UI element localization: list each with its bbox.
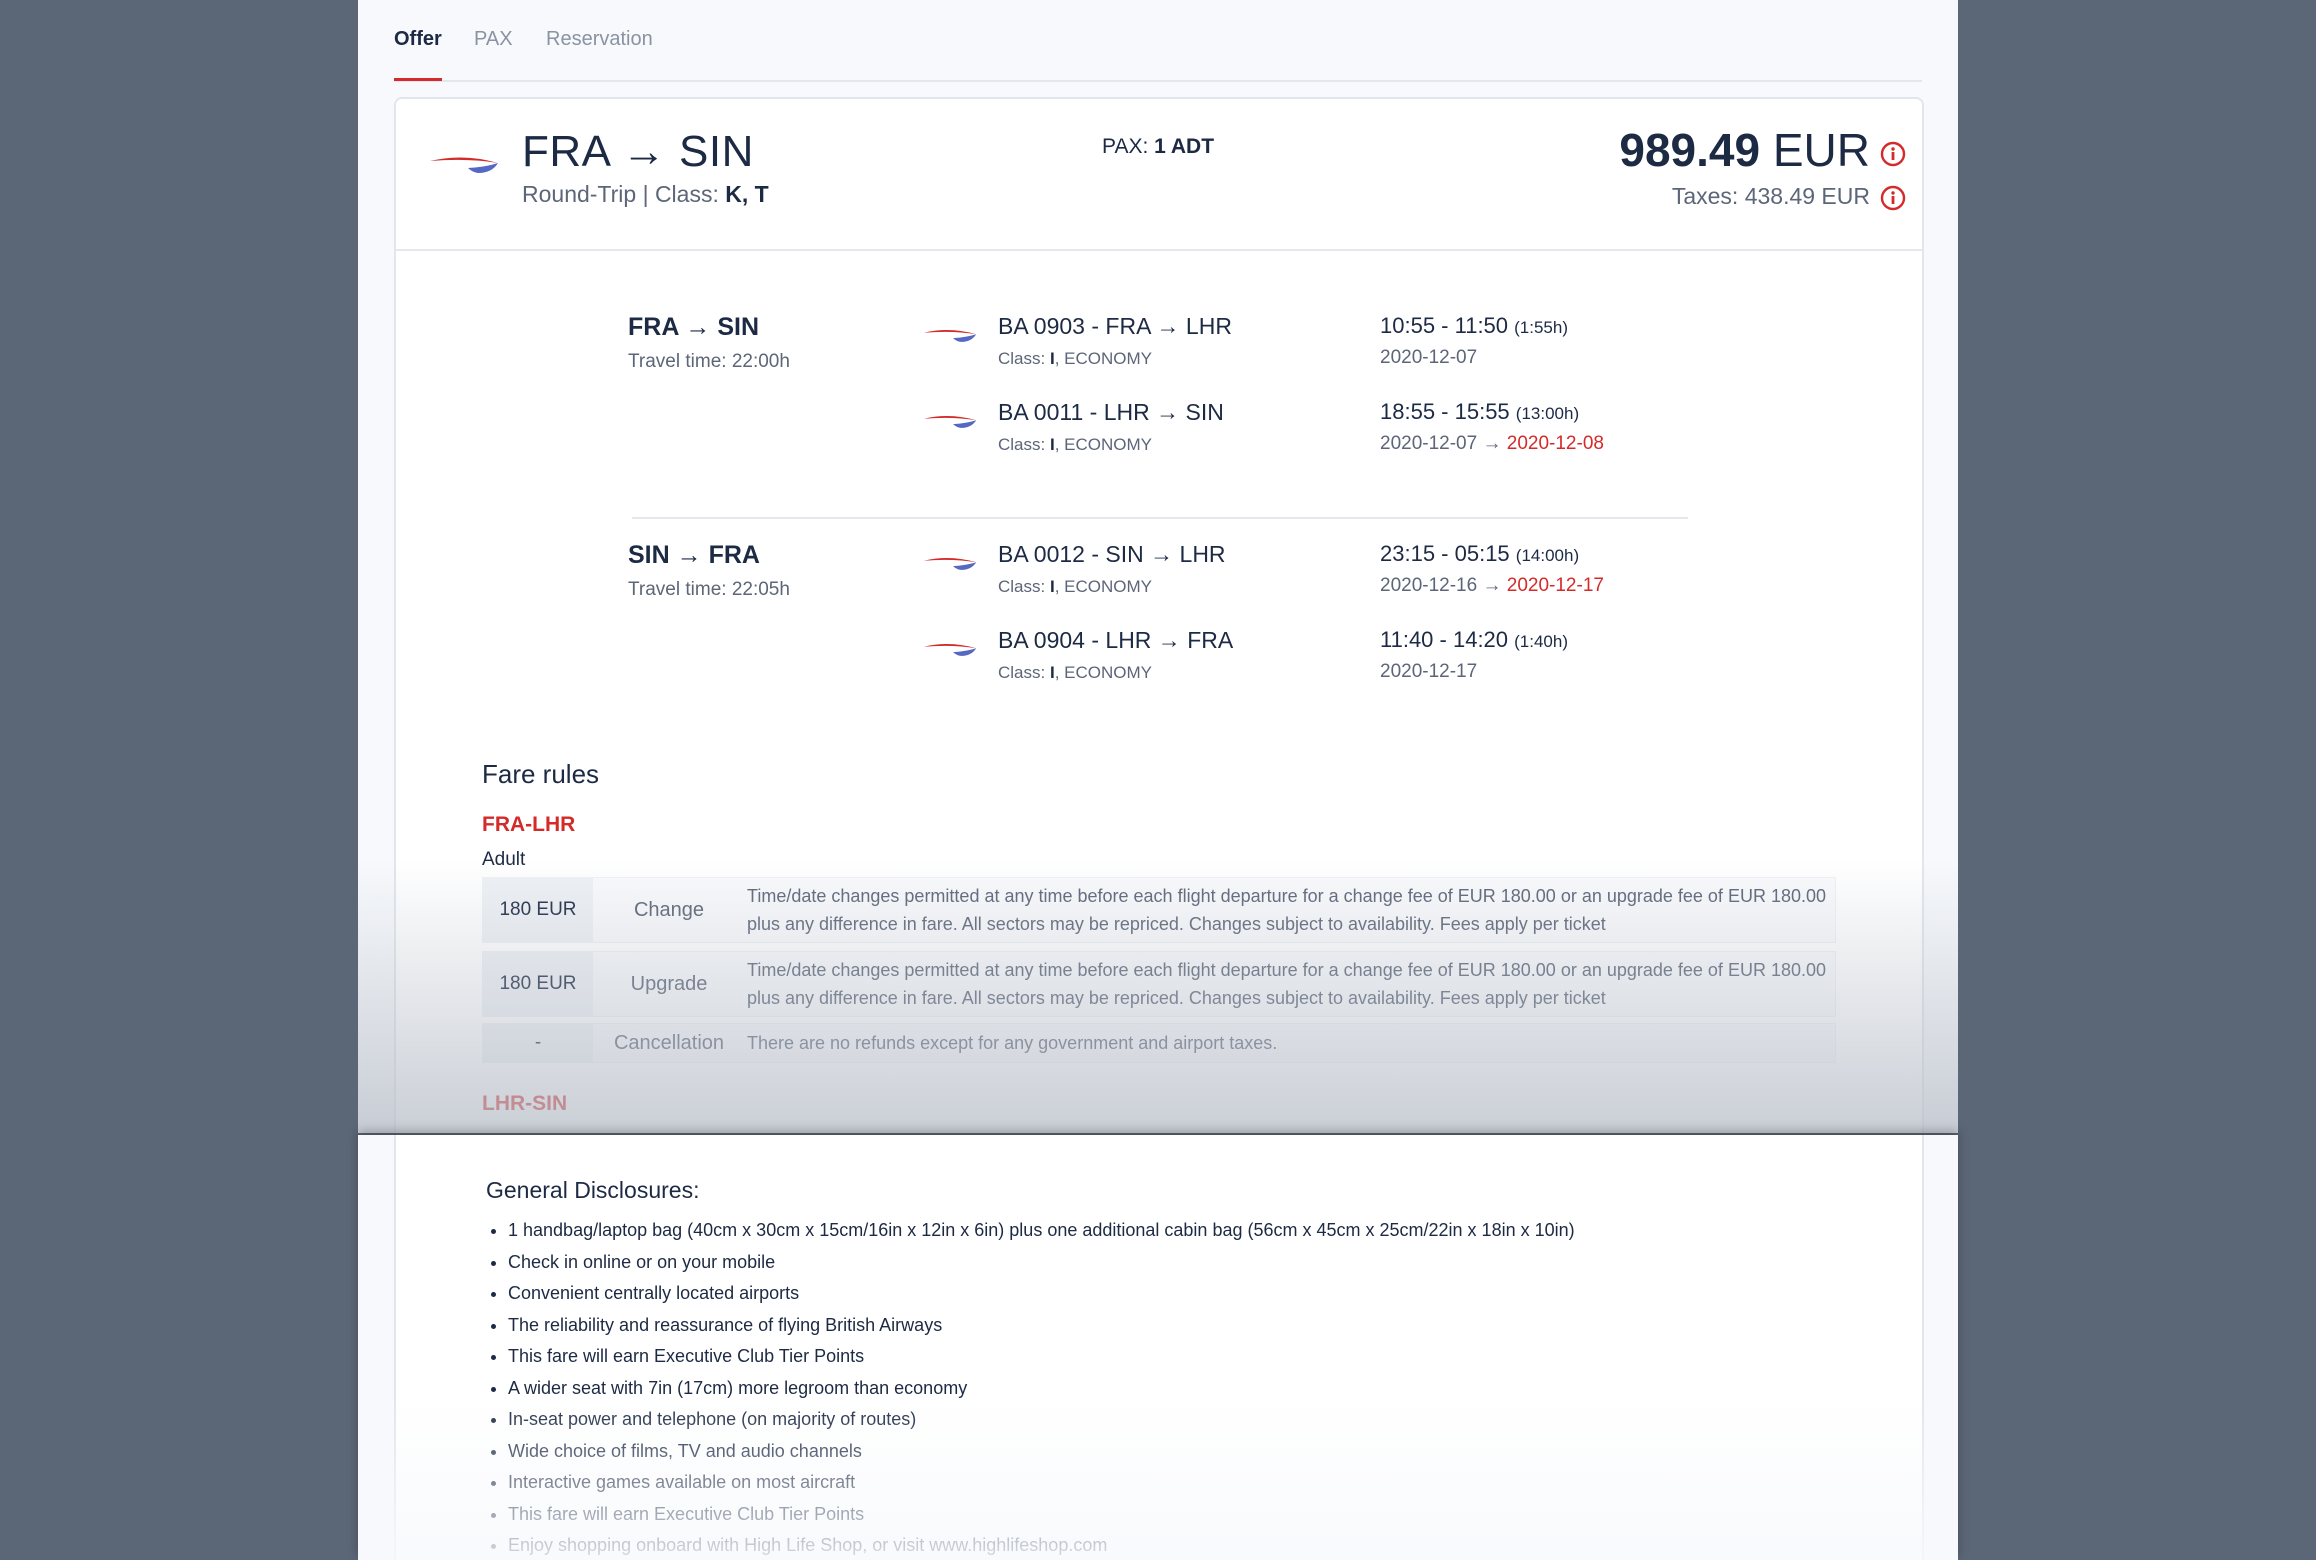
- flight-class: Class: I, ECONOMY: [998, 349, 1152, 368]
- airline-logo-icon: [923, 329, 977, 342]
- fare-segment-label: FRA-LHR: [482, 813, 576, 836]
- flight-time: 11:40 - 14:20 (1:40h): [1380, 627, 1569, 652]
- total-price: 989.49 EUR: [1619, 123, 1870, 177]
- fare-rules-heading: Fare rules: [482, 759, 600, 789]
- list-item: A wider seat with 7in (17cm) more legroo…: [508, 1373, 1575, 1405]
- flight-date: 2020-12-16 → 2020-12-17: [1380, 575, 1604, 596]
- list-item: 1 handbag/laptop bag (40cm x 30cm x 15cm…: [508, 1215, 1575, 1247]
- list-item: Interactive games available on most airc…: [508, 1467, 1575, 1499]
- flight-date: 2020-12-07: [1380, 347, 1478, 368]
- airline-logo-icon: [923, 557, 977, 570]
- fare-rule-row: - Cancellation There are no refunds exce…: [482, 1023, 1836, 1063]
- list-item: The reliability and reassurance of flyin…: [508, 1310, 1575, 1342]
- list-item: Convenient centrally located airports: [508, 1278, 1575, 1310]
- price-amount: 989.49: [1619, 124, 1761, 176]
- rule-fee: -: [483, 1024, 593, 1062]
- list-item: In-seat power and telephone (on majority…: [508, 1404, 1575, 1436]
- bound-travel-time-inbound: Travel time: 22:05h: [628, 579, 790, 600]
- bound-divider: [632, 517, 1688, 519]
- rule-type: Change: [633, 898, 705, 921]
- rule-type: Upgrade: [630, 972, 708, 995]
- tab-offer[interactable]: Offer: [394, 28, 442, 51]
- disclosures-list: 1 handbag/laptop bag (40cm x 30cm x 15cm…: [486, 1215, 1575, 1560]
- disclosures-panel: General Disclosures: 1 handbag/laptop ba…: [358, 1135, 1958, 1560]
- tab-bar: Offer PAX Reservation: [394, 0, 1922, 82]
- flight-name: BA 0904 - LHR → FRA: [998, 627, 1234, 653]
- rule-fee: 180 EUR: [483, 878, 593, 942]
- flight-class: Class: I, ECONOMY: [998, 577, 1152, 596]
- fare-rule-row: 180 EUR Upgrade Time/date changes permit…: [482, 951, 1836, 1017]
- bound-title-outbound: FRA → SIN: [628, 313, 760, 341]
- pax-label: PAX:: [1102, 135, 1155, 158]
- flight-class: Class: I, ECONOMY: [998, 435, 1152, 454]
- taxes-info-icon[interactable]: [1880, 185, 1906, 211]
- offer-card: FRA → SIN Round-Trip | Class: K, T PAX: …: [394, 97, 1924, 1133]
- flight-time: 23:15 - 05:15 (14:00h): [1380, 541, 1580, 566]
- rule-description: Time/date changes permitted at any time …: [747, 960, 1826, 1008]
- list-item: This fare will earn Executive Club Tier …: [508, 1499, 1575, 1531]
- flight-name: BA 0011 - LHR → SIN: [998, 399, 1224, 425]
- list-item: Wide choice of films, TV and audio chann…: [508, 1436, 1575, 1468]
- taxes-amount: Taxes: 438.49 EUR: [1671, 183, 1870, 209]
- flight-name: BA 0903 - FRA → LHR: [998, 313, 1232, 339]
- passenger-type: Adult: [482, 849, 526, 870]
- trip-type-label: Round-Trip | Class:: [522, 181, 726, 207]
- list-item: This fare will earn Executive Club Tier …: [508, 1341, 1575, 1373]
- flight-date: 2020-12-17: [1380, 661, 1478, 682]
- list-item: Enjoy shopping onboard with High Life Sh…: [508, 1530, 1575, 1560]
- airline-logo-icon: [430, 157, 498, 173]
- flight-class: Class: I, ECONOMY: [998, 663, 1152, 682]
- header-divider: [396, 249, 1922, 251]
- active-tab-indicator: [394, 78, 442, 81]
- trip-type-and-class: Round-Trip | Class: K, T: [522, 181, 769, 208]
- pax-value: 1 ADT: [1154, 135, 1215, 158]
- rule-fee: 180 EUR: [483, 952, 593, 1016]
- flight-name: BA 0012 - SIN → LHR: [998, 541, 1226, 567]
- bound-travel-time-outbound: Travel time: 22:00h: [628, 351, 790, 372]
- rule-type: Cancellation: [613, 1031, 725, 1054]
- tab-reservation[interactable]: Reservation: [546, 28, 653, 51]
- bound-title-inbound: SIN → FRA: [628, 541, 760, 569]
- fare-segment-label: LHR-SIN: [482, 1092, 568, 1115]
- list-item: Check in online or on your mobile: [508, 1247, 1575, 1279]
- flight-time: 10:55 - 11:50 (1:55h): [1380, 313, 1569, 338]
- tab-pax[interactable]: PAX: [474, 28, 513, 51]
- flight-time: 18:55 - 15:55 (13:00h): [1380, 399, 1580, 424]
- fare-rule-row: 180 EUR Change Time/date changes permitt…: [482, 877, 1836, 943]
- rule-description: Time/date changes permitted at any time …: [747, 886, 1826, 934]
- pax-summary: PAX: 1 ADT: [1102, 135, 1214, 159]
- disclosures-title: General Disclosures:: [486, 1177, 700, 1203]
- disclosures-card: General Disclosures: 1 handbag/laptop ba…: [394, 1135, 1924, 1560]
- price-info-icon[interactable]: [1880, 141, 1906, 167]
- booking-classes: K, T: [725, 181, 769, 207]
- airline-logo-icon: [923, 643, 977, 656]
- price-currency: EUR: [1760, 124, 1870, 176]
- offer-panel: Offer PAX Reservation FRA → SIN Round-Tr…: [358, 0, 1958, 1133]
- offer-route-title: FRA → SIN: [522, 127, 754, 176]
- airline-logo-icon: [923, 415, 977, 428]
- flight-date: 2020-12-07 → 2020-12-08: [1380, 433, 1604, 454]
- rule-description: There are no refunds except for any gove…: [747, 1033, 1278, 1053]
